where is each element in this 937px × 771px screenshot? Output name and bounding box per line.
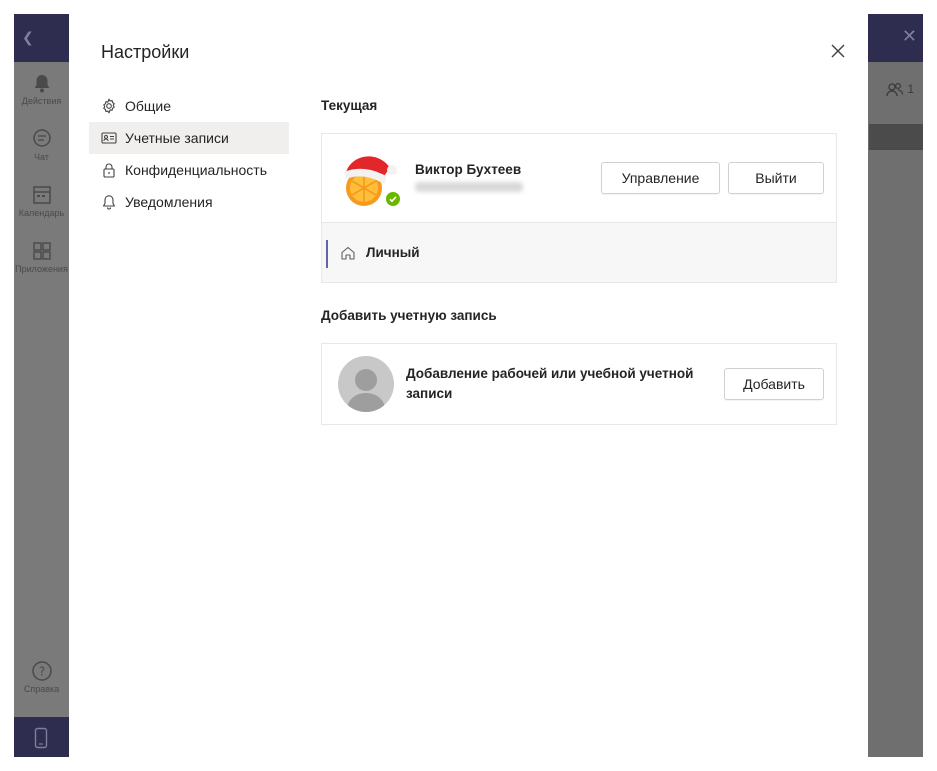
dialog-title: Настройки [101,42,190,62]
phone-icon [34,727,48,749]
close-icon[interactable] [829,42,847,60]
signout-button[interactable]: Выйти [728,162,824,194]
help-icon: ? [31,661,52,681]
svg-text:?: ? [38,665,44,679]
rail-item-help: ? Справка [14,660,69,694]
nav-item-accounts[interactable]: Учетные записи [89,122,289,154]
rail-item-chat: Чат [14,128,69,162]
nav-label: Учетные записи [125,130,229,146]
app-rail-bottom [14,717,69,757]
bell-icon [102,195,116,210]
nav-label: Конфиденциальность [125,162,268,178]
bell-icon [34,75,49,93]
user-name: Виктор Бухтеев [415,162,522,177]
participants-indicator: 1 [886,82,914,98]
chat-icon [32,129,51,147]
gear-icon [103,98,115,114]
people-icon [886,82,904,97]
nav-label: Общие [125,98,172,114]
nav-item-notifications[interactable]: Уведомления [89,186,289,218]
rail-item-activity: Действия [14,72,69,106]
current-account-card: Виктор Бухтеев Управление Выйти Личный [321,133,837,283]
add-account-card: Добавление рабочей или учебной учетной з… [321,343,837,425]
rail-label: Действия [21,96,62,106]
calendar-icon [32,186,51,204]
profile-label: Личный [366,245,420,260]
status-available-icon [384,190,402,208]
apps-icon [32,242,51,260]
rail-label: Справка [23,684,60,694]
settings-nav: Общие Учетные записи Конфиденциальность [89,90,289,218]
avatar-placeholder [338,356,394,412]
id-card-icon [101,132,117,144]
rail-label: Календарь [18,208,65,218]
nav-item-privacy[interactable]: Конфиденциальность [89,154,289,186]
participants-count: 1 [907,82,915,97]
lock-icon [103,163,115,178]
rail-label: Чат [34,152,49,162]
home-icon [341,246,355,260]
app-right-strip [869,124,923,150]
user-email-blurred [415,182,523,192]
app-rail: Действия Чат Календарь Приложения ? Спра… [14,62,69,717]
profile-row[interactable]: Личный [322,222,836,282]
rail-label: Приложения [15,264,68,274]
person-icon [346,369,386,412]
add-account-description: Добавление рабочей или учебной учетной з… [406,366,694,401]
manage-button[interactable]: Управление [601,162,720,194]
nav-item-general[interactable]: Общие [89,90,289,122]
current-section-title: Текущая [321,98,378,113]
add-account-button[interactable]: Добавить [724,368,824,400]
nav-label: Уведомления [125,194,213,210]
profile-accent-bar [326,240,328,268]
app-close-icon: ✕ [901,26,917,47]
rail-item-apps: Приложения [14,240,69,274]
rail-item-calendar: Календарь [14,184,69,218]
add-account-section-title: Добавить учетную запись [321,308,497,323]
settings-dialog: Настройки Общие Учетные записи Конфиденц… [69,14,868,757]
back-arrow-icon: ❮ [22,30,34,46]
